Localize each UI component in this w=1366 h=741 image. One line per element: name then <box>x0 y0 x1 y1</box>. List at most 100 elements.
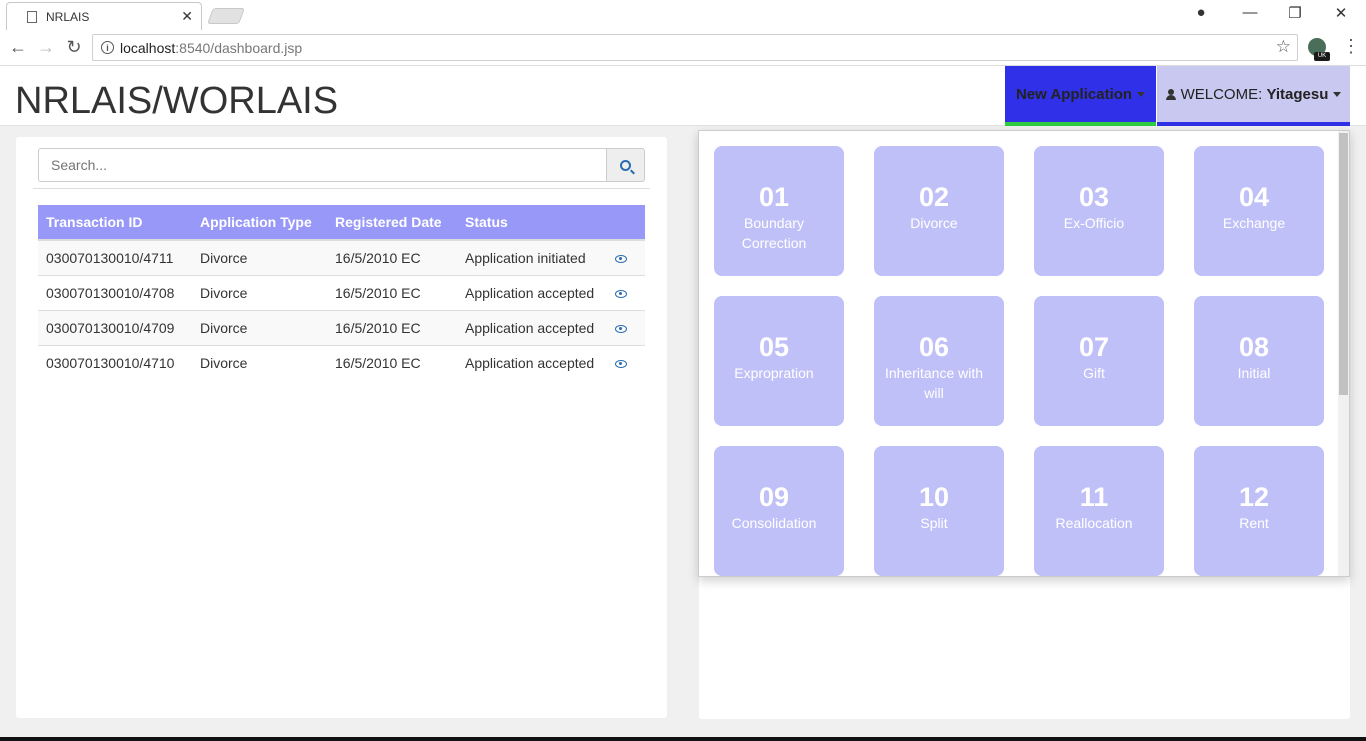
tile-label: Rent <box>1239 515 1269 531</box>
page: NRLAIS/WORLAIS New Application WELCOME: … <box>0 66 1366 741</box>
tile-number: 07 <box>1078 332 1110 362</box>
restore-icon[interactable]: ❐ <box>1285 4 1305 22</box>
caret-down-icon <box>1333 91 1342 97</box>
column-header: Transaction ID <box>38 205 192 241</box>
search-button[interactable] <box>606 148 645 182</box>
tile-number: 01 <box>758 182 790 212</box>
view-cell <box>607 274 645 310</box>
tile-split[interactable]: 10 Split <box>874 446 1004 576</box>
new-application-menu: 01 Boundary Correction 02 Divorce 03 Ex-… <box>698 130 1350 577</box>
url-path: :8540/dashboard.jsp <box>175 39 303 56</box>
status: Application accepted <box>457 274 607 310</box>
tile-label: Initial <box>1237 365 1271 381</box>
username: Yitagesu <box>1266 85 1329 103</box>
tile-number: 04 <box>1238 182 1270 212</box>
application-type: Divorce <box>192 239 327 275</box>
tile-gift[interactable]: 07 Gift <box>1034 296 1164 426</box>
tile-inheritance-with-will[interactable]: 06 Inheritance with will <box>874 296 1004 426</box>
reload-icon[interactable]: ↻ <box>64 37 84 58</box>
application-type: Divorce <box>192 309 327 345</box>
status: Application initiated <box>457 239 607 275</box>
tile-boundary-correction[interactable]: 01 Boundary Correction <box>714 146 844 276</box>
browser-tab-bar: NRLAIS ✕ ● — ❐ ✕ <box>0 0 1366 30</box>
search-icon <box>620 159 631 171</box>
column-header: Status <box>457 205 607 241</box>
url-host: localhost <box>120 39 176 56</box>
tile-label: Expropration <box>734 365 814 381</box>
extension-badge: UK <box>1314 52 1330 61</box>
tile-label: Reallocation <box>1055 515 1133 531</box>
transaction-id: 030070130010/4709 <box>38 309 192 345</box>
status: Application accepted <box>457 344 607 380</box>
eye-icon[interactable] <box>615 359 627 368</box>
transaction-id: 030070130010/4708 <box>38 274 192 310</box>
transactions-table: Transaction ID Application Type Register… <box>38 205 645 380</box>
bookmark-star-icon[interactable]: ☆ <box>1276 37 1291 57</box>
new-tab-button[interactable] <box>207 8 245 24</box>
divider <box>33 188 650 189</box>
user-menu[interactable]: WELCOME: Yitagesu <box>1157 66 1350 126</box>
close-tab-icon[interactable]: ✕ <box>181 8 193 25</box>
table-header-row: Transaction ID Application Type Register… <box>38 205 645 241</box>
application-type: Divorce <box>192 344 327 380</box>
column-header-actions <box>607 205 645 241</box>
tile-rent[interactable]: 12 Rent <box>1194 446 1324 576</box>
scrollbar-thumb[interactable] <box>1339 133 1348 395</box>
address-bar[interactable]: i localhost:8540/dashboard.jsp ☆ <box>92 34 1298 61</box>
taskbar-strip <box>0 737 1366 741</box>
new-application-dropdown[interactable]: New Application <box>1005 66 1156 126</box>
column-header: Registered Date <box>327 205 457 241</box>
info-icon[interactable]: i <box>101 41 114 54</box>
table-row: 030070130010/4710 Divorce 16/5/2010 EC A… <box>38 344 645 380</box>
view-cell <box>607 239 645 275</box>
tile-expropration[interactable]: 05 Expropration <box>714 296 844 426</box>
tile-exchange[interactable]: 04 Exchange <box>1194 146 1324 276</box>
tile-number: 10 <box>918 482 950 512</box>
tile-number: 05 <box>758 332 790 362</box>
browser-tab[interactable]: NRLAIS ✕ <box>6 2 202 30</box>
application-type: Divorce <box>192 274 327 310</box>
tile-number: 06 <box>918 332 950 362</box>
tile-initial[interactable]: 08 Initial <box>1194 296 1324 426</box>
tile-number: 08 <box>1238 332 1270 362</box>
registered-date: 16/5/2010 EC <box>327 344 457 380</box>
browser-toolbar: ← → ↻ i localhost:8540/dashboard.jsp ☆ <box>0 30 1366 66</box>
menu-scrollbar[interactable] <box>1338 131 1349 576</box>
caret-down-icon <box>1137 91 1146 97</box>
tile-divorce[interactable]: 02 Divorce <box>874 146 1004 276</box>
tile-label: Exchange <box>1222 215 1286 231</box>
welcome-prefix: WELCOME: <box>1180 85 1263 103</box>
registered-date: 16/5/2010 EC <box>327 274 457 310</box>
tile-label: Split <box>920 515 948 531</box>
tile-ex-officio[interactable]: 03 Ex-Officio <box>1034 146 1164 276</box>
table-row: 030070130010/4708 Divorce 16/5/2010 EC A… <box>38 274 645 310</box>
tile-label: Boundary Correction <box>741 215 807 251</box>
search-input[interactable] <box>38 148 607 182</box>
forward-icon[interactable]: → <box>36 37 56 58</box>
eye-icon[interactable] <box>615 324 627 333</box>
tile-number: 09 <box>758 482 790 512</box>
browser-menu-icon[interactable]: ⋮ <box>1342 36 1360 57</box>
window-close-icon[interactable]: ✕ <box>1331 4 1351 22</box>
column-header: Application Type <box>192 205 327 241</box>
transaction-id: 030070130010/4711 <box>38 239 192 275</box>
tile-label: Divorce <box>910 215 958 231</box>
app-header: NRLAIS/WORLAIS New Application WELCOME: … <box>0 66 1366 126</box>
tile-number: 03 <box>1078 182 1110 212</box>
tile-label: Inheritance with will <box>884 365 984 401</box>
view-cell <box>607 344 645 380</box>
minimize-icon[interactable]: — <box>1240 4 1260 21</box>
table-row: 030070130010/4709 Divorce 16/5/2010 EC A… <box>38 309 645 345</box>
tile-reallocation[interactable]: 11 Reallocation <box>1034 446 1164 576</box>
profile-icon[interactable]: ● <box>1191 4 1211 21</box>
registered-date: 16/5/2010 EC <box>327 239 457 275</box>
tile-number: 12 <box>1238 482 1270 512</box>
registered-date: 16/5/2010 EC <box>327 309 457 345</box>
back-icon[interactable]: ← <box>8 37 28 58</box>
eye-icon[interactable] <box>615 254 627 263</box>
tab-title: NRLAIS <box>46 9 90 24</box>
tile-consolidation[interactable]: 09 Consolidation <box>714 446 844 576</box>
status: Application accepted <box>457 309 607 345</box>
new-application-label: New Application <box>1015 85 1133 103</box>
eye-icon[interactable] <box>615 289 627 298</box>
